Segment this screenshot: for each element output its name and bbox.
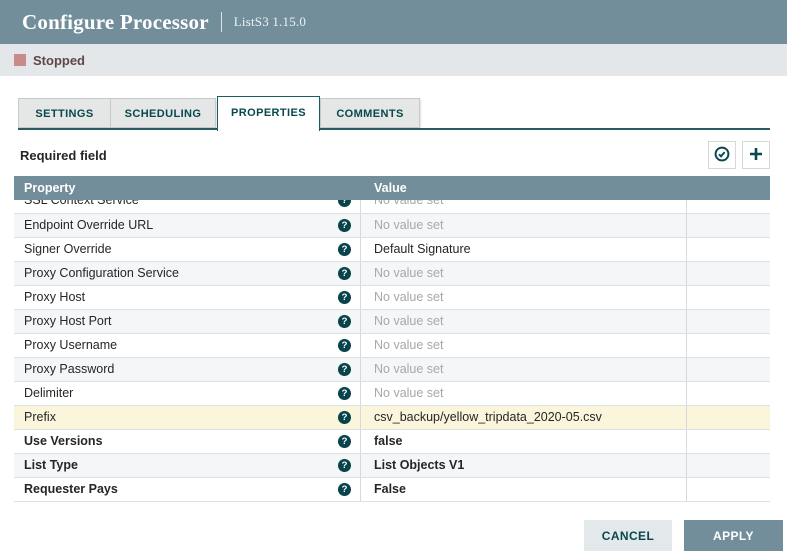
- help-icon[interactable]: [338, 315, 351, 328]
- plus-icon: [748, 146, 764, 165]
- property-value[interactable]: false: [360, 430, 686, 453]
- property-name: Endpoint Override URL: [24, 218, 153, 232]
- row-actions-cell: [686, 382, 770, 405]
- property-name: Proxy Configuration Service: [24, 266, 179, 280]
- help-icon[interactable]: [338, 483, 351, 496]
- row-actions-cell: [686, 478, 770, 501]
- table-row: Proxy Host Port No value set: [14, 310, 770, 334]
- property-value[interactable]: No value set: [360, 200, 686, 213]
- property-name: Signer Override: [24, 242, 112, 256]
- row-actions-cell: [686, 214, 770, 237]
- row-actions-cell: [686, 358, 770, 381]
- dialog-title: Configure Processor: [22, 10, 209, 35]
- property-name: Use Versions: [24, 434, 103, 448]
- required-field-label: Required field: [20, 141, 107, 171]
- property-value[interactable]: No value set: [360, 358, 686, 381]
- table-row: Proxy Password No value set: [14, 358, 770, 382]
- help-icon[interactable]: [338, 387, 351, 400]
- column-header-value: Value: [360, 176, 770, 200]
- help-icon[interactable]: [338, 339, 351, 352]
- table-row: List Type List Objects V1: [14, 454, 770, 478]
- tab-comments[interactable]: COMMENTS: [320, 98, 420, 128]
- table-row: Use Versions false: [14, 430, 770, 454]
- help-icon[interactable]: [338, 219, 351, 232]
- column-header-property: Property: [14, 176, 360, 200]
- table-row: Delimiter No value set: [14, 382, 770, 406]
- property-name: Proxy Username: [24, 338, 117, 352]
- property-value[interactable]: No value set: [360, 382, 686, 405]
- help-icon[interactable]: [338, 363, 351, 376]
- help-icon[interactable]: [338, 200, 351, 207]
- property-name: List Type: [24, 458, 78, 472]
- help-icon[interactable]: [338, 459, 351, 472]
- row-actions-cell: [686, 454, 770, 477]
- title-separator: [221, 12, 222, 32]
- row-actions-cell: [686, 200, 770, 213]
- toolbar-buttons: [708, 141, 770, 169]
- tab-scheduling[interactable]: SCHEDULING: [110, 98, 216, 128]
- status-label: Stopped: [33, 53, 85, 68]
- table-row: Proxy Configuration Service No value set: [14, 262, 770, 286]
- tab-underline: [18, 128, 770, 130]
- property-name: Proxy Host: [24, 290, 85, 304]
- status-bar: Stopped: [0, 44, 787, 76]
- property-value[interactable]: No value set: [360, 214, 686, 237]
- property-name: Requester Pays: [24, 482, 118, 496]
- table-header: Property Value: [14, 176, 770, 200]
- table-row: SSL Context Service No value set: [14, 200, 770, 213]
- properties-toolbar: Required field: [20, 141, 770, 171]
- table-row-modified: Prefix csv_backup/yellow_tripdata_2020-0…: [14, 406, 770, 430]
- table-row: Proxy Host No value set: [14, 286, 770, 310]
- row-actions-cell: [686, 286, 770, 309]
- property-value[interactable]: False: [360, 478, 686, 501]
- verify-properties-button[interactable]: [708, 141, 736, 169]
- stopped-icon: [14, 54, 26, 66]
- table-row: Requester Pays False: [14, 478, 770, 502]
- row-actions-cell: [686, 430, 770, 453]
- add-property-button[interactable]: [742, 141, 770, 169]
- cancel-button[interactable]: CANCEL: [584, 520, 672, 551]
- table-row: Endpoint Override URL No value set: [14, 214, 770, 238]
- tab-settings[interactable]: SETTINGS: [18, 98, 111, 128]
- table-row-clipped: SSL Context Service No value set: [14, 200, 770, 214]
- row-actions-cell: [686, 238, 770, 261]
- row-actions-cell: [686, 406, 770, 429]
- property-name: Proxy Password: [24, 362, 114, 376]
- row-actions-cell: [686, 262, 770, 285]
- property-name: Prefix: [24, 410, 56, 424]
- property-name: Proxy Host Port: [24, 314, 112, 328]
- property-value[interactable]: No value set: [360, 334, 686, 357]
- table-row: Proxy Username No value set: [14, 334, 770, 358]
- help-icon[interactable]: [338, 435, 351, 448]
- property-value[interactable]: No value set: [360, 262, 686, 285]
- tab-properties[interactable]: PROPERTIES: [217, 96, 320, 131]
- help-icon[interactable]: [338, 411, 351, 424]
- circle-check-icon: [714, 146, 730, 165]
- help-icon[interactable]: [338, 243, 351, 256]
- help-icon[interactable]: [338, 267, 351, 280]
- property-name: SSL Context Service: [24, 200, 139, 207]
- row-actions-cell: [686, 334, 770, 357]
- property-value[interactable]: Default Signature: [360, 238, 686, 261]
- apply-button[interactable]: APPLY: [684, 520, 783, 551]
- property-value[interactable]: List Objects V1: [360, 454, 686, 477]
- tab-bar: SETTINGS SCHEDULING PROPERTIES COMMENTS: [18, 96, 770, 131]
- property-value[interactable]: No value set: [360, 286, 686, 309]
- property-name: Delimiter: [24, 386, 73, 400]
- row-actions-cell: [686, 310, 770, 333]
- property-value[interactable]: csv_backup/yellow_tripdata_2020-05.csv: [360, 406, 686, 429]
- help-icon[interactable]: [338, 291, 351, 304]
- property-value[interactable]: No value set: [360, 310, 686, 333]
- dialog-header: Configure Processor ListS3 1.15.0: [0, 0, 787, 44]
- table-row: Signer Override Default Signature: [14, 238, 770, 262]
- processor-type-version: ListS3 1.15.0: [234, 14, 306, 30]
- properties-table: Property Value SSL Context Service No va…: [14, 176, 770, 502]
